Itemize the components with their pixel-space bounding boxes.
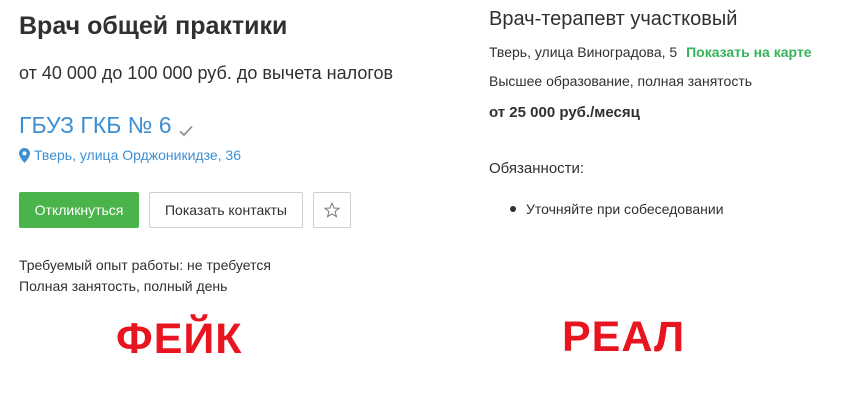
real-address-text: Тверь, улица Виноградова, 5	[489, 44, 678, 60]
fake-experience-requirement: Требуемый опыт работы: не требуется	[19, 257, 271, 273]
real-caption: РЕАЛ	[562, 313, 686, 361]
fake-address-text[interactable]: Тверь, улица Орджоникидзе, 36	[34, 147, 241, 163]
real-vacancy-panel: Врач-терапевт участковый Тверь, улица Ви…	[470, 0, 863, 419]
bullet-icon	[510, 206, 516, 212]
star-outline-icon	[323, 201, 341, 218]
duties-heading: Обязанности:	[489, 160, 585, 177]
show-on-map-link[interactable]: Показать на карте	[686, 44, 811, 60]
fake-vacancy-title: Врач общей практики	[19, 12, 288, 40]
fake-company-address[interactable]: Тверь, улица Орджоникидзе, 36	[19, 147, 241, 163]
fake-company-name[interactable]: ГБУЗ ГКБ № 6	[19, 112, 172, 139]
fake-vacancy-panel: Врач общей практики от 40 000 до 100 000…	[0, 0, 460, 419]
show-contacts-button[interactable]: Показать контакты	[149, 192, 303, 228]
map-pin-icon	[19, 147, 30, 163]
real-vacancy-title: Врач-терапевт участковый	[489, 8, 738, 30]
check-icon	[178, 118, 194, 136]
duty-text: Уточняйте при собеседовании	[526, 201, 724, 217]
fake-company-link[interactable]: ГБУЗ ГКБ № 6	[19, 112, 194, 139]
real-vacancy-salary: от 25 000 руб./месяц	[489, 104, 640, 121]
real-address-line: Тверь, улица Виноградова, 5 Показать на …	[489, 44, 812, 60]
fake-vacancy-salary: от 40 000 до 100 000 руб. до вычета нало…	[19, 63, 394, 83]
real-education-employment: Высшее образование, полная занятость	[489, 73, 753, 89]
respond-button[interactable]: Откликнуться	[19, 192, 139, 228]
favorite-button[interactable]	[313, 192, 351, 228]
duties-list: Уточняйте при собеседовании	[510, 201, 724, 217]
list-item: Уточняйте при собеседовании	[510, 201, 724, 217]
fake-caption: ФЕЙК	[116, 315, 243, 363]
fake-employment-type: Полная занятость, полный день	[19, 278, 228, 294]
